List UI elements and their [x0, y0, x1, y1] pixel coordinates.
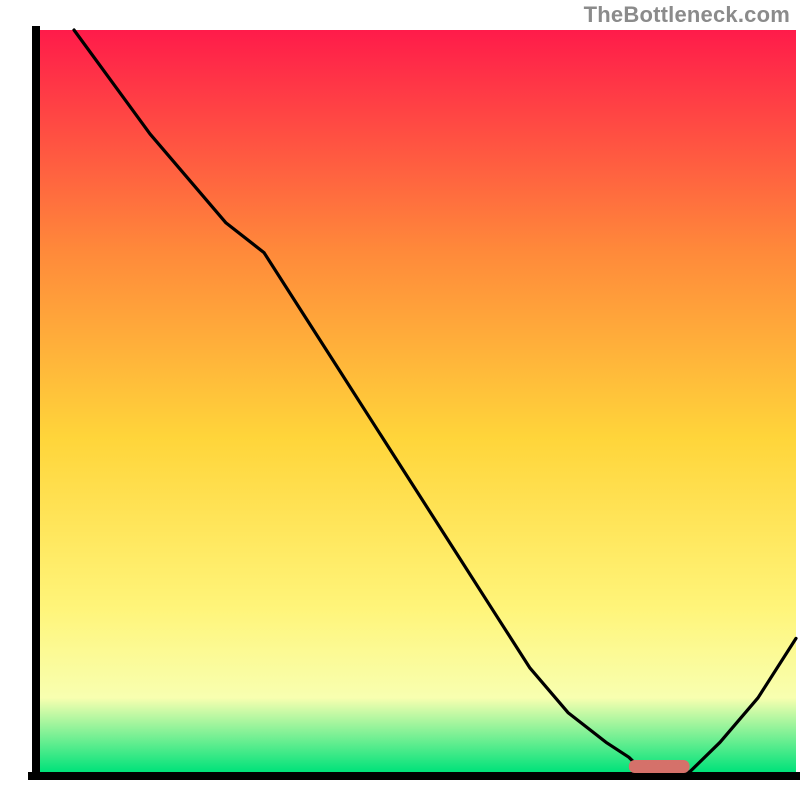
chart-root: TheBottleneck.com — [0, 0, 800, 800]
watermark-text: TheBottleneck.com — [584, 2, 790, 28]
optimum-marker — [629, 760, 690, 773]
chart-svg — [0, 0, 800, 800]
plot-area — [36, 30, 796, 772]
